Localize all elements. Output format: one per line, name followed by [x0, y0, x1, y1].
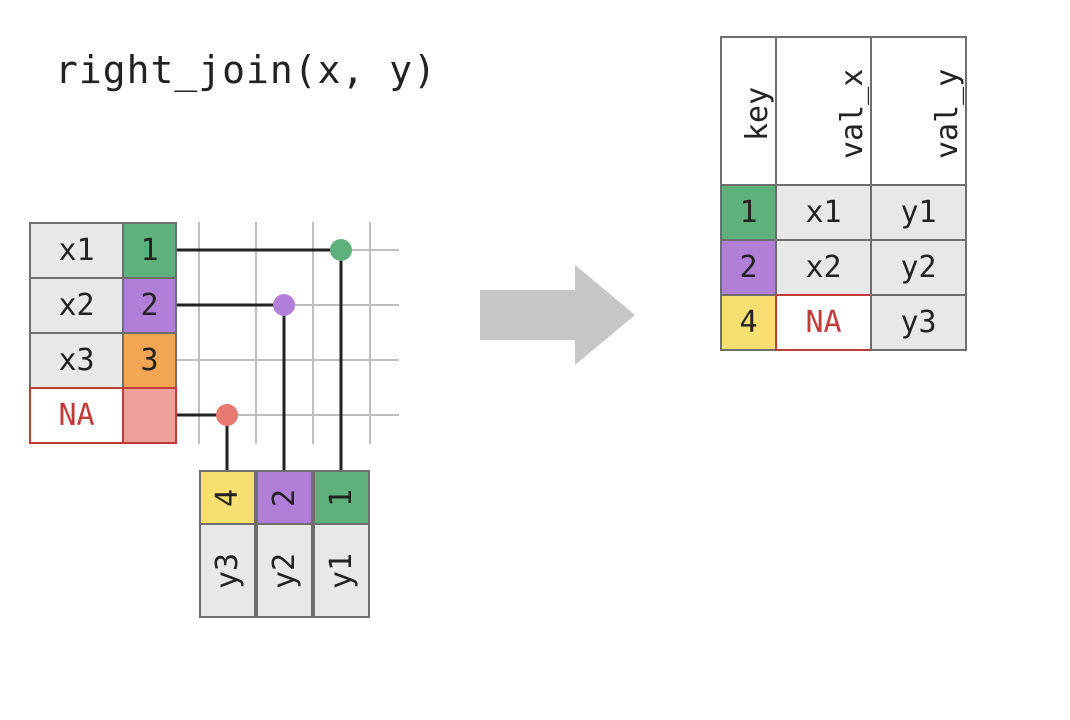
match-dot-k2: [273, 294, 295, 316]
diagram-stage: { "title": "right_join(x, y)", "colors":…: [0, 0, 1070, 720]
match-dot-k1: [330, 239, 352, 261]
match-grid: [0, 0, 1070, 720]
match-dot-k4: [216, 404, 238, 426]
